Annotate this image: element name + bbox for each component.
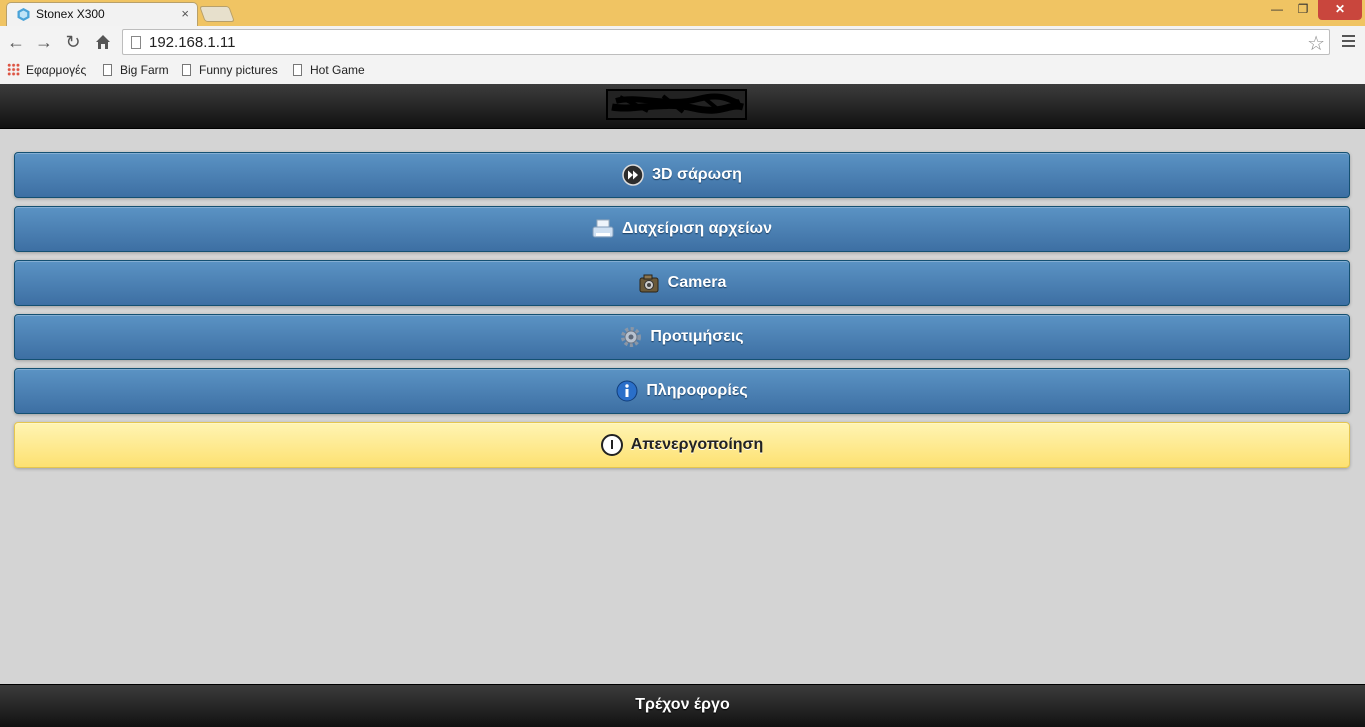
back-arrow-icon[interactable]: ← [5,31,27,53]
bookmark-label: Εφαρμογές [26,63,87,77]
scan-3d-button[interactable]: 3D σάρωση [14,152,1350,198]
browser-titlebar: Stonex X300 × — ❐ ✕ [0,0,1365,26]
footer-label: Τρέχον έργο [635,696,730,713]
camera-icon [639,274,659,293]
bookmark-big-farm[interactable]: Big Farm [103,63,169,77]
information-button[interactable]: Πληροφορίες [14,368,1350,414]
stonex-favicon-icon [17,8,30,21]
new-tab-button[interactable] [199,6,235,22]
menu-item-label: Απενεργοποίηση [630,436,764,453]
apps-grid-icon [7,63,20,76]
chrome-menu-icon[interactable] [1340,32,1358,50]
browser-toolbar: ← → ↻ 192.168.1.11 ☆ [0,26,1365,58]
main-menu: 3D σάρωση Διαχείριση αρχείων Camera Προτ… [14,152,1350,476]
window-close-button[interactable]: ✕ [1318,0,1362,20]
power-icon [600,434,623,456]
page-icon [131,36,141,49]
menu-item-label: 3D σάρωση [652,166,742,183]
url-text: 192.168.1.11 [149,34,236,51]
bookmark-apps[interactable]: Εφαρμογές [7,63,86,77]
page-icon [103,64,112,76]
bookmark-hot-game[interactable]: Hot Game [293,63,365,77]
bookmark-label: Hot Game [310,63,365,77]
forward-arrow-icon[interactable]: → [33,31,55,53]
printer-icon [592,219,614,238]
menu-item-label: Camera [667,274,727,291]
reload-icon[interactable]: ↻ [62,31,84,53]
redacted-logo [606,89,747,120]
window-maximize-button[interactable]: ❐ [1290,0,1316,20]
gear-icon [621,327,642,347]
page-icon [182,64,191,76]
camera-button[interactable]: Camera [14,260,1350,306]
home-icon[interactable] [92,31,114,53]
menu-item-label: Πληροφορίες [646,382,748,399]
bookmarks-bar: Εφαρμογές Big Farm Funny pictures Hot Ga… [0,58,1365,84]
bookmark-star-icon[interactable]: ☆ [1307,31,1325,56]
file-management-button[interactable]: Διαχείριση αρχείων [14,206,1350,252]
address-bar[interactable]: 192.168.1.11 ☆ [122,29,1330,55]
info-icon [616,380,638,402]
current-project-footer[interactable]: Τρέχον έργο [0,684,1365,727]
shutdown-button[interactable]: Απενεργοποίηση [14,422,1350,468]
bookmark-label: Funny pictures [199,63,278,77]
menu-item-label: Διαχείριση αρχείων [622,220,772,237]
window-minimize-button[interactable]: — [1264,0,1290,20]
browser-tab[interactable]: Stonex X300 × [6,2,198,26]
tab-title: Stonex X300 [36,7,105,21]
menu-item-label: Προτιμήσεις [650,328,744,345]
bookmark-label: Big Farm [120,63,169,77]
preferences-button[interactable]: Προτιμήσεις [14,314,1350,360]
app-header [0,84,1365,129]
page-icon [293,64,302,76]
fast-forward-icon [622,164,644,186]
bookmark-funny-pictures[interactable]: Funny pictures [182,63,278,77]
tab-close-icon[interactable]: × [181,6,189,21]
